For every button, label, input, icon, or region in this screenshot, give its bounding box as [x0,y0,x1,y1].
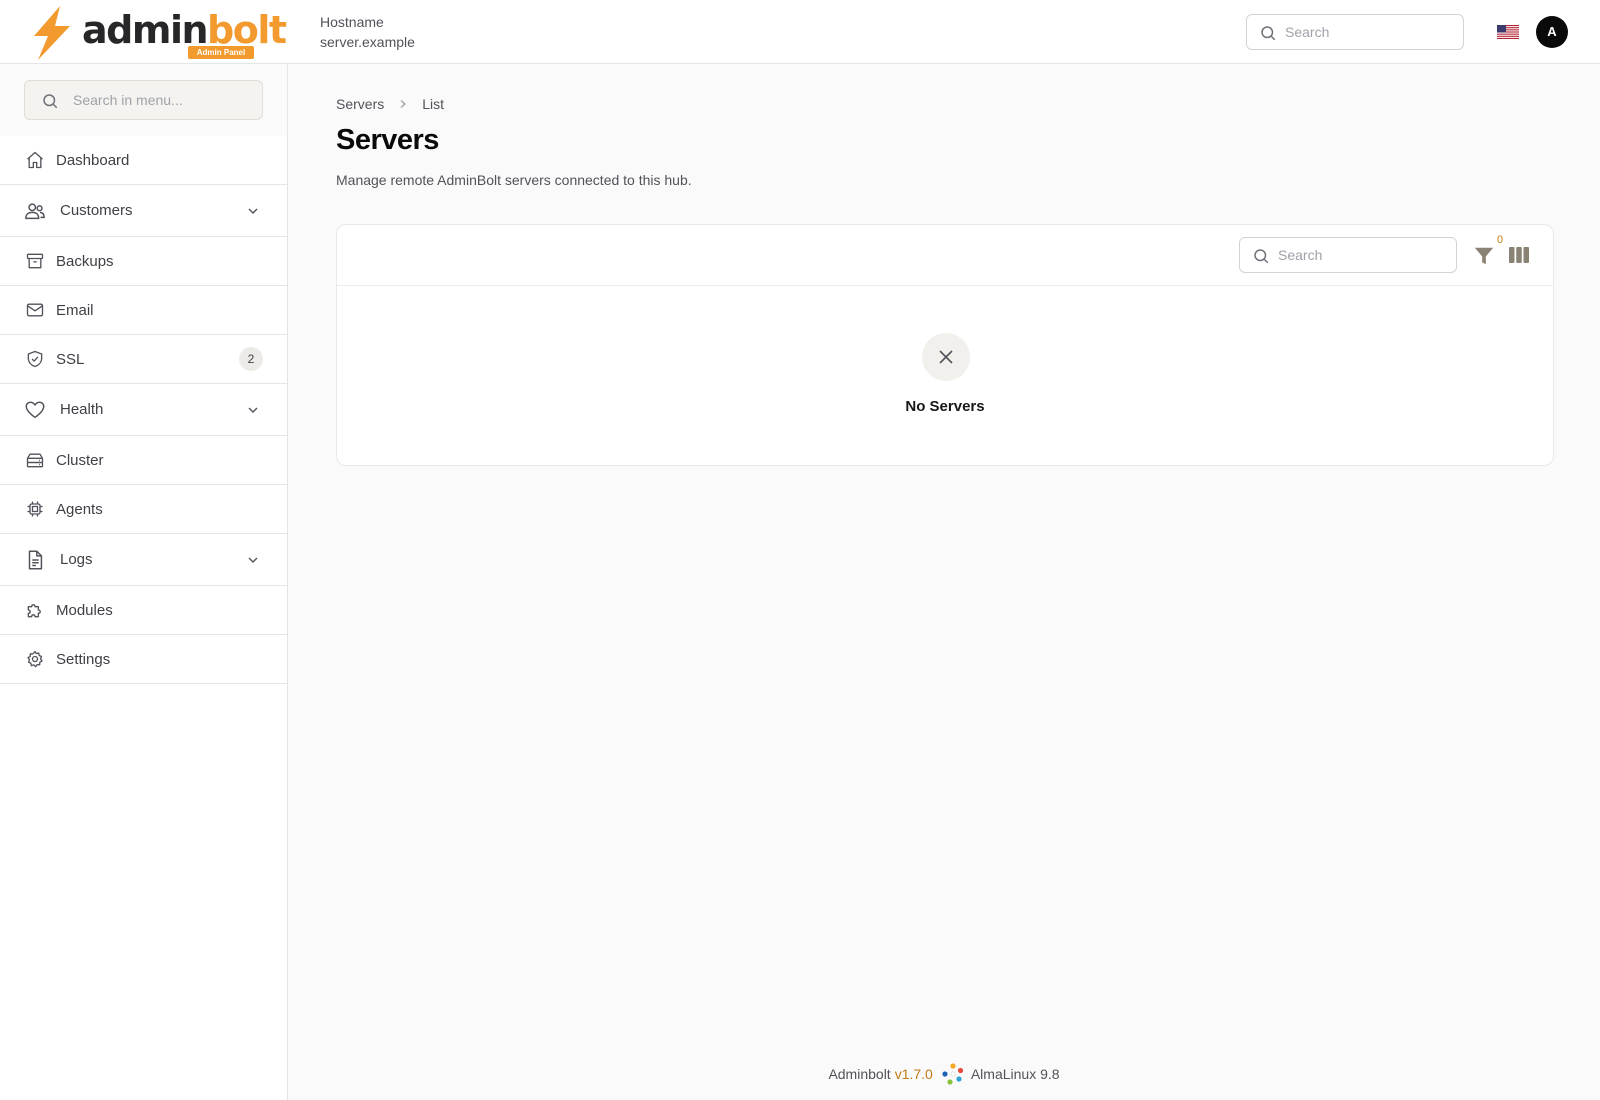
sidebar-item-label: Settings [56,650,111,668]
sidebar-item-email[interactable]: Email [0,286,287,335]
chevron-down-icon [248,208,258,214]
filter-count-badge: 0 [1497,234,1504,246]
us-flag-icon[interactable] [1497,25,1519,39]
host-label: Hostname [320,14,384,30]
shield-check-icon [24,348,46,370]
cog-icon [24,648,46,670]
sidebar-item-label: Agents [56,500,103,518]
ssl-count-badge: 2 [239,347,263,371]
sidebar-item-ssl[interactable]: SSL 2 [0,335,287,384]
archive-icon [24,250,46,272]
empty-state-icon [922,333,970,381]
chevron-right-icon [398,99,408,109]
filter-icon[interactable] [1473,245,1495,267]
sidebar-item-label: Dashboard [56,151,130,169]
sidebar-item-label: Email [56,301,94,319]
search-icon [43,94,58,109]
puzzle-icon [24,599,46,621]
sidebar-item-modules[interactable]: Modules [0,586,287,635]
empty-state-text: No Servers [905,398,985,415]
footer-product: Adminbolt [828,1066,891,1082]
sidebar-item-customers[interactable]: Customers [0,185,287,237]
breadcrumb-servers[interactable]: Servers [336,96,384,112]
sidebar-search[interactable] [24,80,263,120]
sidebar-item-label: Logs [60,551,93,568]
almalinux-logo-icon [941,1062,965,1086]
sidebar-item-backups[interactable]: Backups [0,237,287,286]
footer: Adminbolt v1.7.0 AlmaLinux 9.8 [288,1062,1600,1086]
adminbolt-logo[interactable]: adminbolt Admin Panel [30,6,287,60]
table-search-input[interactable] [1278,238,1448,272]
table-toolbar: 0 [337,225,1553,286]
sidebar: Dashboard Customers Backups Email SSL 2 … [0,64,288,1100]
page-description: Manage remote AdminBolt servers connecte… [336,172,692,188]
global-search-input[interactable] [1285,15,1455,49]
sidebar-search-input[interactable] [73,81,253,119]
sidebar-item-dashboard[interactable]: Dashboard [0,136,287,185]
envelope-icon [24,299,46,321]
main-content: Servers List Servers Manage remote Admin… [288,64,1600,1100]
sidebar-item-logs[interactable]: Logs [0,534,287,586]
sidebar-item-label: Backups [56,252,114,270]
user-avatar[interactable]: A [1536,16,1568,48]
brand-wordmark: adminbolt [82,8,287,52]
sidebar-item-agents[interactable]: Agents [0,485,287,534]
breadcrumb: Servers List [336,96,444,112]
lightning-bolt-icon [34,6,70,60]
sidebar-item-label: Customers [60,202,133,219]
document-icon [24,549,46,571]
sidebar-search-area [0,64,287,136]
sidebar-item-health[interactable]: Health [0,384,287,436]
chevron-down-icon [248,557,258,563]
top-bar: adminbolt Admin Panel Hostname server.ex… [0,0,1600,64]
sidebar-item-cluster[interactable]: Cluster [0,436,287,485]
admin-panel-badge: Admin Panel [188,46,254,59]
table-search[interactable] [1239,237,1457,273]
sidebar-item-settings[interactable]: Settings [0,635,287,684]
page-title: Servers [336,124,439,156]
chevron-down-icon [248,407,258,413]
sidebar-item-label: Cluster [56,451,104,469]
users-icon [24,200,46,222]
servers-table-card: 0 No Servers [336,224,1554,466]
home-icon [24,149,46,171]
breadcrumb-list: List [422,96,445,112]
search-icon [1261,26,1276,41]
sidebar-item-label: Health [60,401,104,418]
sidebar-item-label: Modules [56,601,113,619]
footer-version: v1.7.0 [894,1066,933,1082]
host-value: server.example [320,34,415,50]
global-search[interactable] [1246,14,1464,50]
columns-icon[interactable] [1509,246,1529,264]
heart-icon [24,399,46,421]
sidebar-item-label: SSL [56,350,85,368]
search-icon [1254,249,1269,264]
cpu-chip-icon [24,498,46,520]
server-stack-icon [24,449,46,471]
close-icon [939,350,953,364]
host-info: Hostname server.example [320,12,415,52]
footer-os: AlmaLinux 9.8 [970,1066,1060,1082]
